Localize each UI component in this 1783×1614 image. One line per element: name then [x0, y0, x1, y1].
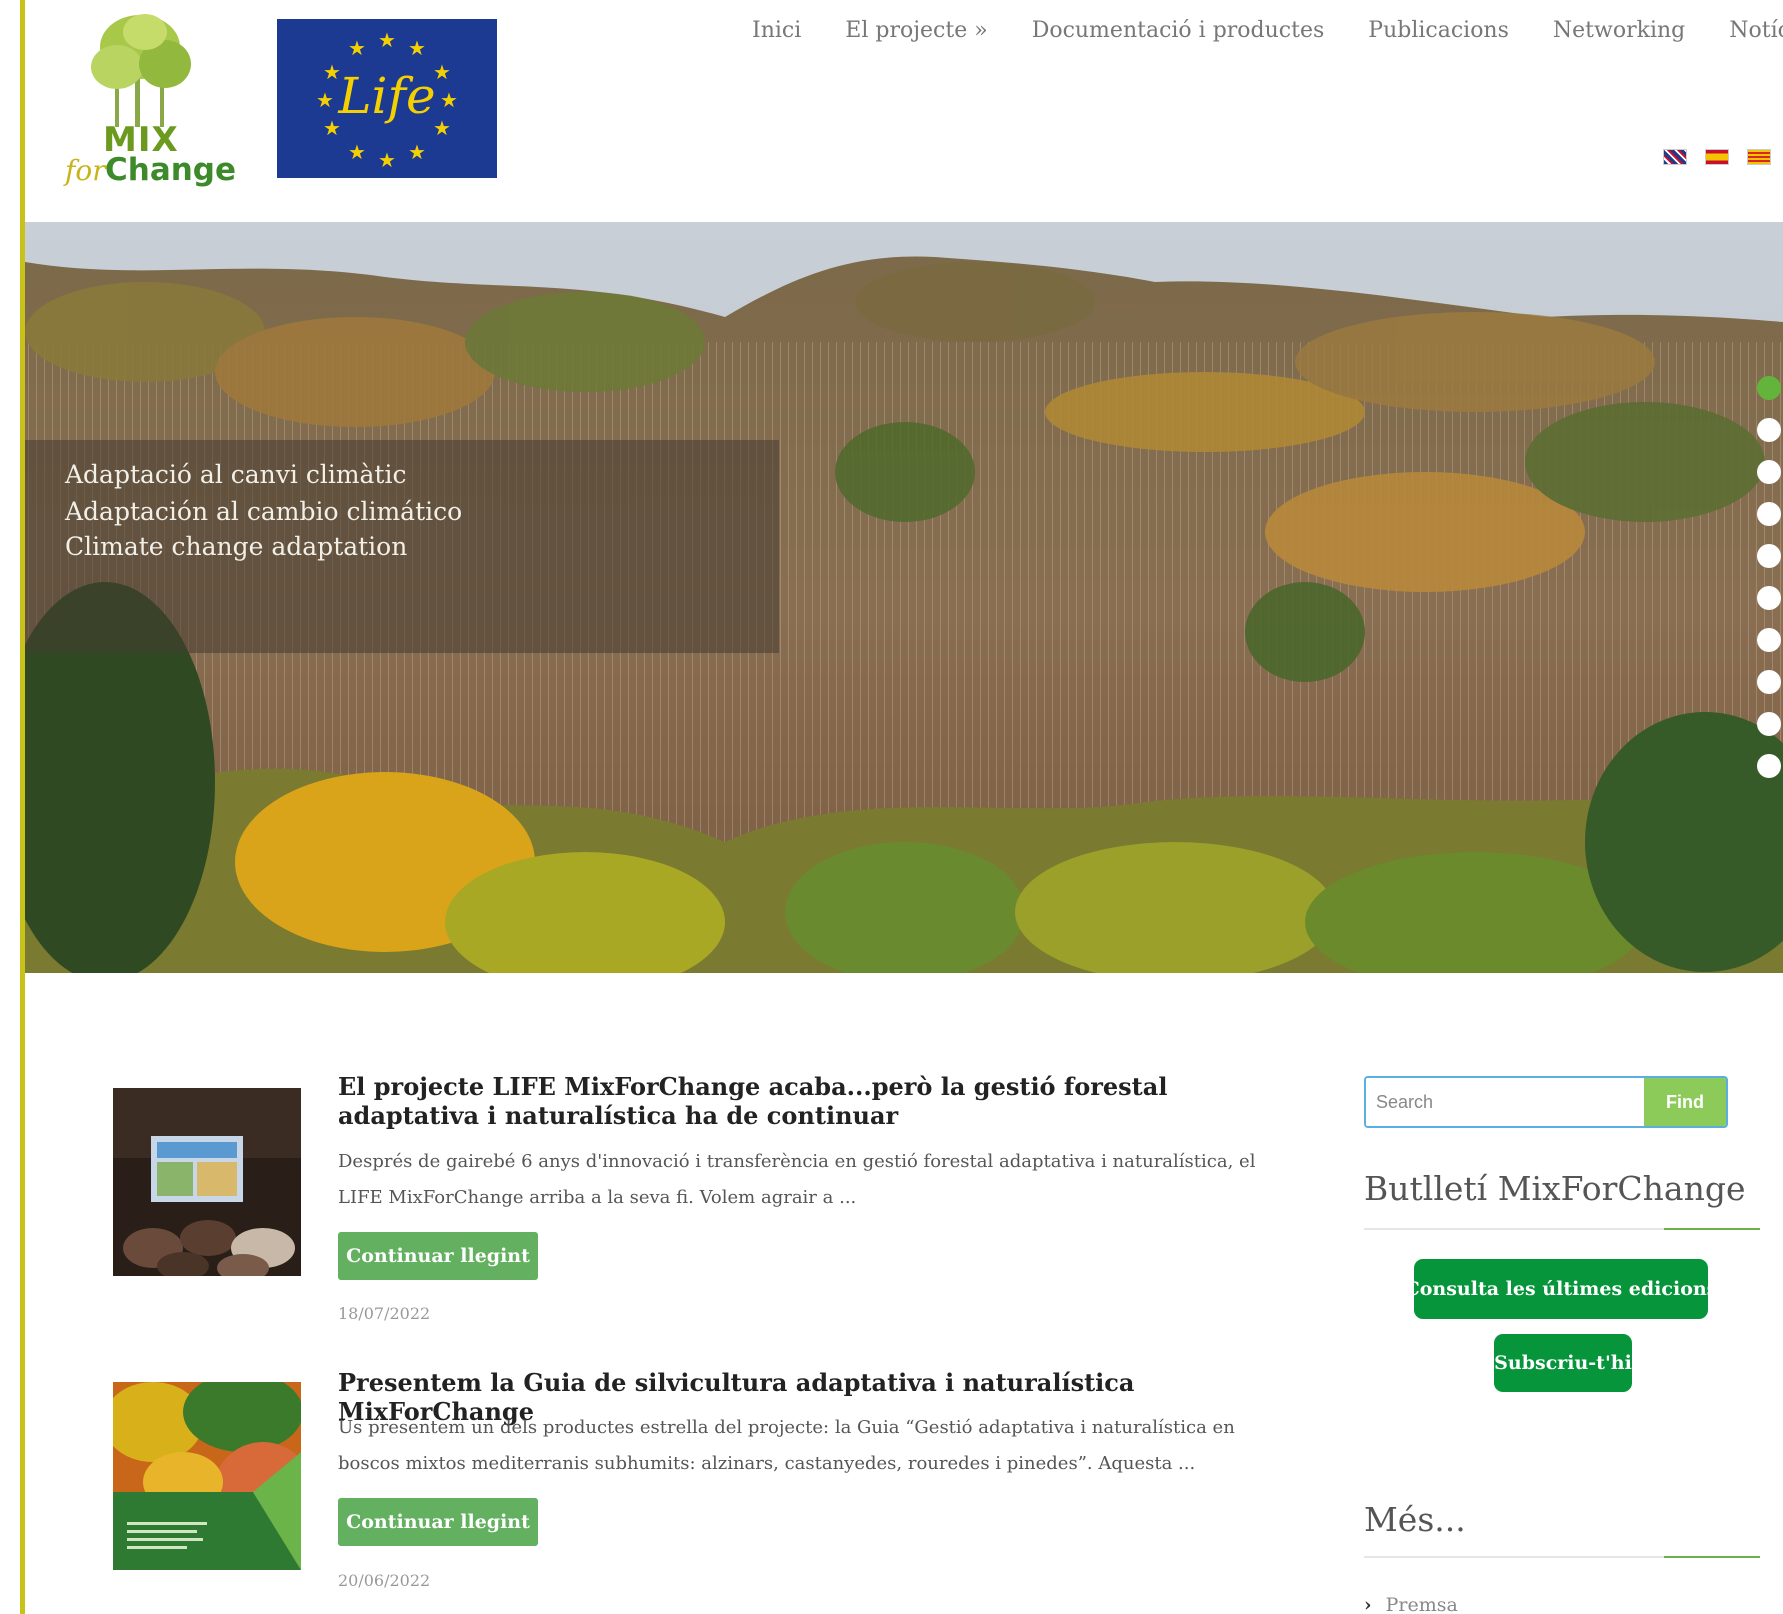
svg-text:★: ★	[316, 88, 334, 112]
continue-reading-button[interactable]: Continuar llegint	[338, 1498, 538, 1546]
post-title[interactable]: El projecte LIFE MixForChange acaba...pe…	[338, 1072, 1268, 1130]
post-date: 20/06/2022	[338, 1571, 431, 1590]
nav-item-publicacions[interactable]: Publicacions	[1368, 18, 1509, 43]
search-input[interactable]	[1366, 1078, 1644, 1126]
hero-slider: Adaptació al canvi climàtic Adaptación a…	[25, 222, 1783, 973]
newsletter-heading: Butlletí MixForChange	[1364, 1169, 1746, 1208]
slider-dot-1[interactable]	[1757, 376, 1781, 400]
svg-text:★: ★	[433, 116, 451, 140]
nav-item-documentacio[interactable]: Documentació i productes	[1032, 18, 1325, 43]
chevron-right-icon: ›	[1364, 1594, 1372, 1614]
svg-text:★: ★	[408, 140, 426, 164]
logo-for-text: for	[65, 154, 106, 187]
slider-dots	[1757, 376, 1781, 796]
mixforchange-logo[interactable]: MIX for Change	[65, 12, 236, 192]
newsletter-heading-rule	[1364, 1228, 1760, 1230]
life-text: Life	[337, 67, 435, 125]
post-date: 18/07/2022	[338, 1304, 431, 1323]
more-heading-rule	[1364, 1556, 1760, 1558]
slider-dot-8[interactable]	[1757, 670, 1781, 694]
post-thumbnail-guide-cover[interactable]	[113, 1382, 301, 1570]
slider-dot-9[interactable]	[1757, 712, 1781, 736]
hero-caption: Adaptació al canvi climàtic Adaptación a…	[25, 440, 779, 653]
slider-dot-7[interactable]	[1757, 628, 1781, 652]
svg-text:★: ★	[378, 28, 396, 52]
slider-dot-4[interactable]	[1757, 502, 1781, 526]
slider-dot-2[interactable]	[1757, 418, 1781, 442]
language-switcher	[1663, 149, 1771, 165]
hero-caption-line-ca: Adaptació al canvi climàtic	[65, 460, 407, 489]
more-heading: Més...	[1364, 1500, 1466, 1539]
en-flag-icon[interactable]	[1663, 149, 1687, 165]
es-flag-icon[interactable]	[1705, 149, 1729, 165]
more-item-premsa[interactable]: › Premsa	[1364, 1594, 1458, 1614]
slider-dot-3[interactable]	[1757, 460, 1781, 484]
slider-dot-6[interactable]	[1757, 586, 1781, 610]
slider-dot-5[interactable]	[1757, 544, 1781, 568]
hero-caption-line-en: Climate change adaptation	[65, 532, 408, 561]
post-excerpt: Us presentem un dels productes estrella …	[338, 1417, 1235, 1474]
svg-text:★: ★	[378, 148, 396, 172]
search-form: Find	[1364, 1076, 1728, 1128]
svg-text:★: ★	[348, 36, 366, 60]
find-button[interactable]: Find	[1644, 1078, 1726, 1126]
svg-text:★: ★	[348, 140, 366, 164]
logo-change-text: Change	[105, 152, 237, 188]
ca-flag-icon[interactable]	[1747, 149, 1771, 165]
continue-reading-button[interactable]: Continuar llegint	[338, 1232, 538, 1280]
subscribe-button[interactable]: Subscriu-t'hi	[1494, 1334, 1632, 1392]
life-programme-logo[interactable]: ★ ★ ★ ★ ★ ★ ★ ★ ★ ★ ★ ★ Life	[277, 19, 497, 178]
main-nav: Inici El projecte » Documentació i produ…	[752, 18, 1783, 43]
more-item-label: Premsa	[1385, 1594, 1458, 1614]
post-excerpt: Després de gairebé 6 anys d'innovació i …	[338, 1151, 1256, 1208]
post-thumbnail-conference[interactable]	[113, 1088, 301, 1276]
nav-item-noticies[interactable]: Notícies	[1729, 18, 1783, 43]
slider-dot-10[interactable]	[1757, 754, 1781, 778]
latest-editions-button[interactable]: Consulta les últimes edicions	[1405, 1259, 1717, 1319]
svg-text:★: ★	[408, 36, 426, 60]
nav-item-networking[interactable]: Networking	[1553, 18, 1685, 43]
svg-text:★: ★	[440, 88, 458, 112]
hero-caption-line-es: Adaptación al cambio climático	[65, 497, 463, 526]
nav-item-el-projecte[interactable]: El projecte »	[845, 18, 987, 43]
tree-logo-icon	[91, 14, 191, 127]
svg-text:★: ★	[433, 60, 451, 84]
nav-item-inici[interactable]: Inici	[752, 18, 801, 43]
